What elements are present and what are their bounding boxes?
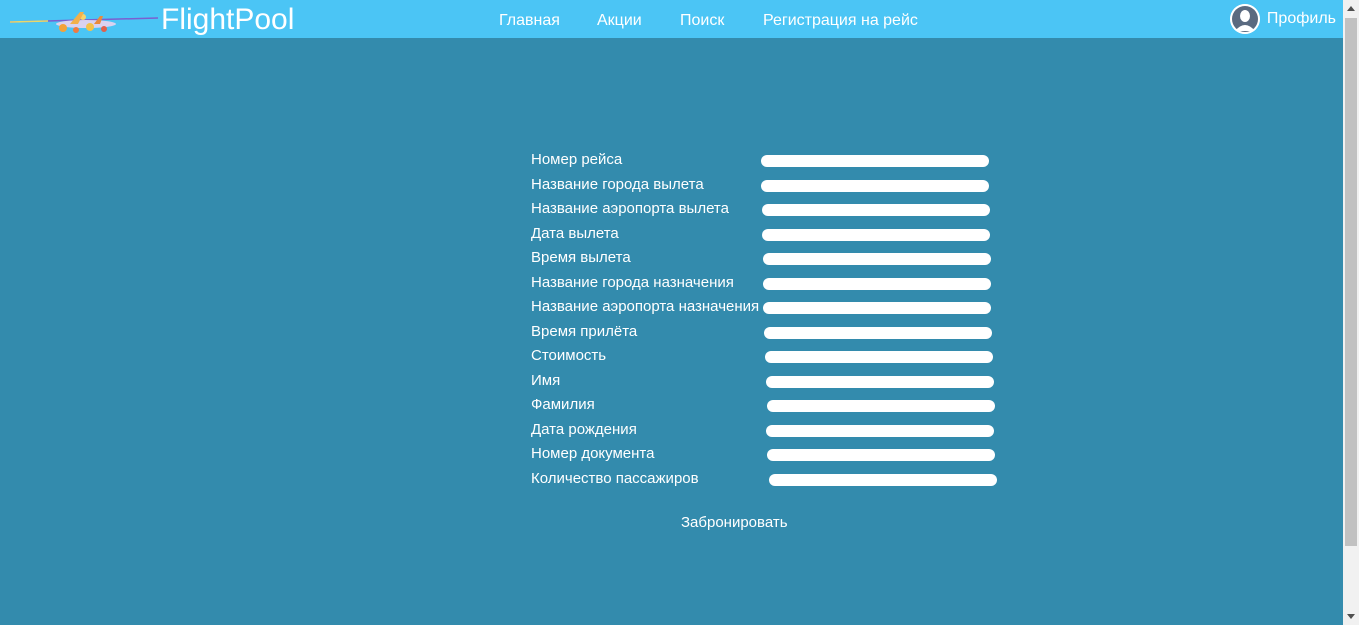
departure-airport-input[interactable] — [762, 204, 990, 216]
brand-title[interactable]: FlightPool — [161, 3, 294, 37]
page-scrollbar[interactable] — [1343, 0, 1359, 625]
flight-number-label: Номер рейса — [531, 151, 623, 168]
arrival-city-label: Название города назначения — [531, 273, 734, 291]
price-input[interactable] — [765, 351, 993, 363]
form-row-departure-city: Название города вылета — [531, 173, 1001, 198]
arrival-airport-input[interactable] — [763, 302, 991, 314]
birth-date-input[interactable] — [766, 424, 994, 437]
departure-time-input[interactable] — [763, 253, 991, 265]
profile-link[interactable]: Профиль — [1229, 4, 1336, 34]
flight-number-input[interactable] — [761, 155, 989, 167]
arrival-time-label: Время прилёта — [531, 322, 638, 340]
nav-promotions[interactable]: Акции — [597, 11, 642, 31]
airplane-logo-icon[interactable] — [8, 4, 159, 36]
book-button[interactable]: Забронировать — [681, 514, 788, 532]
nav-search[interactable]: Поиск — [680, 11, 724, 31]
form-row-passenger-count: Количество пассажиров — [531, 467, 1001, 492]
nav-home[interactable]: Главная — [499, 11, 560, 31]
form-row-birth-date: Дата рождения — [531, 418, 1001, 443]
form-row-arrival-airport: Название аэропорта назначения — [531, 295, 1001, 320]
form-row-arrival-city: Название города назначения — [531, 271, 1001, 296]
first-name-input[interactable] — [766, 375, 994, 388]
form-row-flight-number: Номер рейса — [531, 148, 1001, 173]
profile-label: Профиль — [1266, 10, 1336, 27]
nav-flight-registration[interactable]: Регистрация на рейс — [763, 11, 918, 31]
departure-time-label: Время вылета — [531, 249, 631, 266]
last-name-input[interactable] — [767, 400, 995, 412]
passenger-count-label: Количество пассажиров — [531, 469, 699, 487]
top-navbar: FlightPool Главная Акции Поиск Регистрац… — [0, 0, 1343, 38]
document-number-input[interactable] — [767, 449, 995, 461]
first-name-label: Имя — [531, 371, 561, 389]
departure-airport-label: Название аэропорта вылета — [531, 200, 729, 217]
scroll-up-icon[interactable] — [1347, 6, 1355, 11]
arrival-city-input[interactable] — [763, 277, 991, 290]
form-row-departure-airport: Название аэропорта вылета — [531, 197, 1001, 222]
form-row-departure-date: Дата вылета — [531, 222, 1001, 247]
arrival-time-input[interactable] — [764, 326, 992, 339]
form-row-departure-time: Время вылета — [531, 246, 1001, 271]
passenger-count-input[interactable] — [769, 473, 997, 486]
form-row-first-name: Имя — [531, 369, 1001, 394]
form-row-document-number: Номер документа — [531, 442, 1001, 467]
arrival-airport-label: Название аэропорта назначения — [531, 298, 760, 315]
departure-date-label: Дата вылета — [531, 224, 619, 242]
birth-date-label: Дата рождения — [531, 420, 637, 438]
departure-date-input[interactable] — [762, 228, 990, 241]
departure-city-input[interactable] — [761, 179, 989, 192]
last-name-label: Фамилия — [531, 396, 595, 413]
form-row-last-name: Фамилия — [531, 393, 1001, 418]
booking-form: Номер рейса Название города вылета Назва… — [531, 148, 1001, 491]
scroll-thumb[interactable] — [1345, 18, 1357, 546]
scroll-down-icon[interactable] — [1347, 614, 1355, 619]
form-row-arrival-time: Время прилёта — [531, 320, 1001, 345]
document-number-label: Номер документа — [531, 445, 655, 462]
user-avatar-icon — [1229, 4, 1260, 34]
departure-city-label: Название города вылета — [531, 175, 704, 193]
form-row-price: Стоимость — [531, 344, 1001, 369]
price-label: Стоимость — [531, 347, 607, 364]
